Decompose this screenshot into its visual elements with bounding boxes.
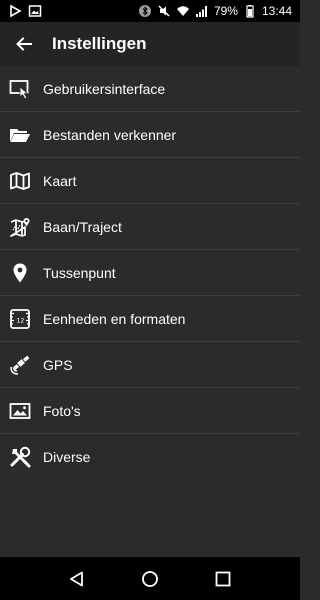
back-triangle-icon <box>69 571 83 586</box>
play-icon <box>8 4 22 18</box>
back-button[interactable] <box>2 22 46 66</box>
nav-recents-button[interactable] <box>211 567 235 591</box>
status-bar: 79% 13:44 <box>0 0 300 22</box>
menu-item-label: Kaart <box>43 172 77 189</box>
battery-icon <box>243 4 257 18</box>
menu-item-eenheden-en-formaten[interactable]: 12 Eenheden en formaten <box>0 296 300 342</box>
map-pin-icon <box>9 262 31 284</box>
arrow-left-icon <box>16 37 32 51</box>
route-map-icon <box>9 216 31 238</box>
battery-percentage: 79% <box>213 4 238 18</box>
menu-item-baan-traject[interactable]: Baan/Traject <box>0 204 300 250</box>
menu-item-label: Eenheden en formaten <box>43 310 186 327</box>
map-icon <box>9 170 31 192</box>
menu-item-label: GPS <box>43 356 73 373</box>
menu-item-tussenpunt[interactable]: Tussenpunt <box>0 250 300 296</box>
menu-item-fotos[interactable]: Foto's <box>0 388 300 434</box>
page-title: Instellingen <box>52 34 147 53</box>
menu-item-label: Diverse <box>43 449 91 465</box>
status-time: 13:44 <box>261 4 292 18</box>
menu-item-label: Tussenpunt <box>43 264 116 281</box>
nav-home-button[interactable] <box>138 567 162 591</box>
system-navigation-bar <box>0 557 300 600</box>
menu-item-label: Gebruikersinterface <box>43 80 166 97</box>
menu-item-label: Baan/Traject <box>43 218 122 235</box>
status-right: 79% 13:44 <box>138 4 292 18</box>
recents-square-icon <box>215 571 231 586</box>
satellite-icon <box>9 354 31 376</box>
touch-screen-icon <box>9 78 31 100</box>
signal-icon <box>195 4 209 18</box>
nav-back-button[interactable] <box>65 567 89 591</box>
bluetooth-icon <box>138 4 152 18</box>
photo-icon <box>9 400 31 422</box>
svg-text:2: 2 <box>20 316 24 324</box>
tools-icon <box>9 446 31 468</box>
status-left <box>8 4 42 18</box>
menu-item-diverse[interactable]: Diverse <box>0 434 300 480</box>
home-circle-icon <box>142 570 158 587</box>
menu-item-gebruikersinterface[interactable]: Gebruikersinterface <box>0 66 300 112</box>
menu-item-bestanden-verkenner[interactable]: Bestanden verkenner <box>0 112 300 158</box>
menu-item-label: Bestanden verkenner <box>43 126 177 143</box>
settings-menu: Gebruikersinterface Bestanden verkenner … <box>0 66 300 480</box>
app-bar: Instellingen <box>0 22 300 66</box>
menu-item-gps[interactable]: GPS <box>0 342 300 388</box>
folder-open-icon <box>9 124 31 146</box>
menu-item-label: Foto's <box>43 402 81 419</box>
wifi-icon <box>176 4 190 18</box>
image-icon <box>28 4 42 18</box>
mute-icon <box>157 4 171 18</box>
units-ruler-icon: 12 <box>9 308 31 330</box>
menu-item-kaart[interactable]: Kaart <box>0 158 300 204</box>
